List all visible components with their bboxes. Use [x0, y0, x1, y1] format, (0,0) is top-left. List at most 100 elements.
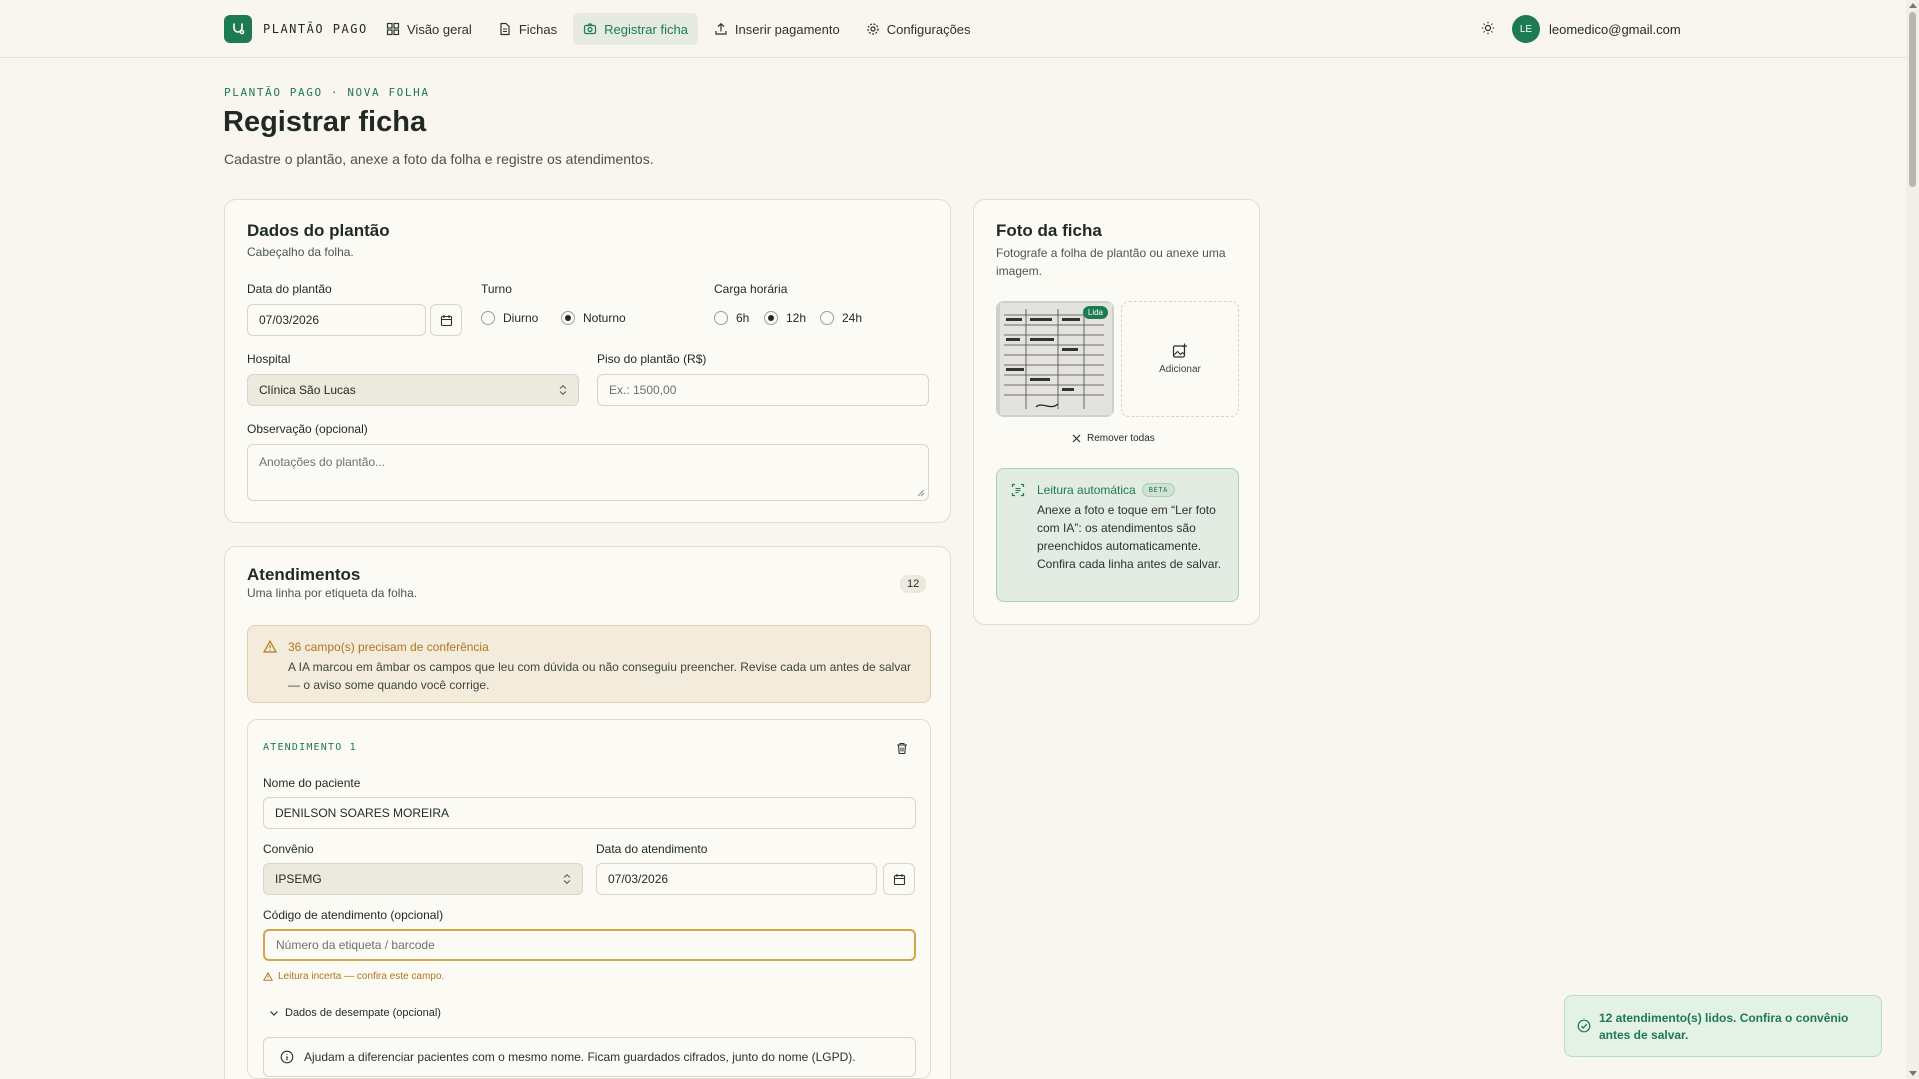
- floor-label: Piso do plantão (R$): [597, 352, 707, 366]
- shift-date-picker-button[interactable]: [430, 304, 462, 336]
- calendar-icon: [893, 873, 905, 885]
- nav-label: Registrar ficha: [604, 21, 688, 37]
- page-scrollbar[interactable]: [1906, 0, 1919, 1079]
- nav-label: Inserir pagamento: [734, 21, 840, 37]
- insurance-select[interactable]: IPSEMG: [263, 863, 583, 895]
- check-circle-icon: [1577, 1019, 1591, 1033]
- user-menu[interactable]: LE leomedico@gmail.com: [1512, 15, 1681, 43]
- auto-read-text: Anexe a foto e toque em “Ler foto com IA…: [1037, 503, 1222, 571]
- brand-logo-icon: [224, 15, 252, 43]
- turn-label: Turno: [481, 282, 512, 296]
- nav-item-visao-geral[interactable]: Visão geral: [376, 13, 482, 45]
- warning-title: 36 campo(s) precisam de conferência: [288, 640, 489, 654]
- info-icon: [280, 1050, 294, 1064]
- toast-message: 12 atendimento(s) lidos. Confira o convê…: [1599, 1011, 1849, 1042]
- patient-input[interactable]: DENILSON SOARES MOREIRA: [263, 797, 916, 829]
- auto-read-title-row: Leitura automática BETA: [1037, 483, 1175, 497]
- radio-label: 24h: [842, 311, 863, 325]
- chevron-updown-icon: [563, 874, 571, 884]
- warning-icon: [263, 640, 277, 653]
- hours-label: Carga horária: [714, 282, 788, 296]
- success-toast[interactable]: 12 atendimento(s) lidos. Confira o convê…: [1564, 995, 1882, 1057]
- radio-label: 12h: [786, 311, 807, 325]
- attendances-title: Atendimentos: [247, 565, 361, 584]
- beta-badge: BETA: [1141, 483, 1175, 497]
- shift-card-title: Dados do plantão: [247, 221, 390, 240]
- hospital-select-value: Clínica São Lucas: [259, 383, 356, 397]
- add-photo-button[interactable]: Adicionar: [1121, 301, 1239, 417]
- nav-label: Visão geral: [407, 21, 472, 37]
- patient-label: Nome do paciente: [263, 776, 361, 790]
- nav-item-configuracoes[interactable]: Configurações: [856, 13, 981, 45]
- attendances-subtitle: Uma linha por etiqueta da folha.: [247, 586, 418, 600]
- radio-button[interactable]: [561, 311, 575, 325]
- scroll-thumb[interactable]: [1909, 12, 1916, 187]
- image-add-icon: [1172, 343, 1187, 358]
- radio-button[interactable]: [481, 311, 495, 325]
- radio-label: 6h: [736, 311, 750, 325]
- hospital-select[interactable]: Clínica São Lucas: [247, 374, 579, 406]
- main-nav: Visão geral Fichas Registrar ficha Inser…: [376, 13, 981, 45]
- brand[interactable]: PLANTÃO PAGO: [224, 15, 368, 43]
- code-label: Código de atendimento (opcional): [263, 908, 444, 922]
- chevron-down-icon: [270, 1010, 278, 1016]
- note-label: Observação (opcional): [247, 422, 368, 436]
- nav-item-inserir-pagamento[interactable]: Inserir pagamento: [704, 13, 850, 45]
- hours-option-6h[interactable]: 6h: [714, 311, 749, 325]
- sheet-photo-thumbnail[interactable]: Lida: [996, 301, 1114, 417]
- read-badge: Lida: [1082, 306, 1108, 319]
- code-warning-text: Leitura incerta — confira este campo.: [278, 971, 445, 982]
- tiebreak-info: Ajudam a diferenciar pacientes com o mes…: [263, 1037, 916, 1077]
- camera-icon: [584, 23, 597, 35]
- theme-toggle-button[interactable]: [1478, 18, 1498, 38]
- sun-icon: [1481, 21, 1495, 35]
- turn-option-diurno[interactable]: Diurno: [481, 311, 538, 325]
- calendar-icon: [440, 314, 452, 326]
- file-icon: [500, 22, 510, 36]
- resize-handle-icon[interactable]: [917, 489, 925, 497]
- code-warning-hint: Leitura incerta — confira este campo.: [263, 971, 444, 982]
- grid-icon: [386, 22, 400, 36]
- radio-button[interactable]: [714, 311, 728, 325]
- nav-item-registrar-ficha[interactable]: Registrar ficha: [573, 13, 698, 45]
- hours-option-12h[interactable]: 12h: [764, 311, 806, 325]
- floor-input[interactable]: Ex.: 1500,00: [597, 374, 929, 406]
- radio-button[interactable]: [820, 311, 834, 325]
- attendance-date-input[interactable]: 07/03/2026: [596, 863, 877, 895]
- avatar: LE: [1512, 15, 1540, 43]
- radio-button[interactable]: [764, 311, 778, 325]
- code-input[interactable]: Número da etiqueta / barcode: [263, 929, 916, 961]
- breadcrumb: PLANTÃO PAGO · NOVA FOLHA: [224, 86, 430, 99]
- insurance-select-value: IPSEMG: [275, 872, 322, 886]
- attendance-item: ATENDIMENTO 1 Nome do paciente DENILSON …: [247, 719, 931, 1079]
- add-photo-label: Adicionar: [1159, 364, 1201, 375]
- attendances-card: Atendimentos Uma linha por etiqueta da f…: [224, 546, 951, 1079]
- attendance-date-picker-button[interactable]: [883, 863, 915, 895]
- auto-read-title: Leitura automática: [1037, 483, 1136, 497]
- remove-all-label: Remover todas: [1087, 433, 1155, 444]
- note-textarea[interactable]: Anotações do plantão...: [247, 444, 929, 501]
- warning-text: A IA marcou em âmbar os campos que leu c…: [288, 660, 912, 692]
- turn-option-noturno[interactable]: Noturno: [561, 311, 626, 325]
- scroll-down-arrow-icon[interactable]: [1909, 1071, 1917, 1076]
- hours-option-24h[interactable]: 24h: [820, 311, 862, 325]
- delete-attendance-button[interactable]: [892, 738, 912, 758]
- attendances-count-badge: 12: [900, 575, 927, 593]
- photo-card-title: Foto da ficha: [996, 221, 1102, 240]
- remove-all-button[interactable]: Remover todas: [1072, 433, 1155, 444]
- insurance-label: Convênio: [263, 842, 314, 856]
- shift-date-label: Data do plantão: [247, 282, 332, 296]
- tiebreak-label: Dados de desempate (opcional): [285, 1007, 441, 1019]
- shift-card: Dados do plantão Cabeçalho da folha. Dat…: [224, 199, 951, 523]
- attendance-tag: ATENDIMENTO 1: [263, 742, 357, 753]
- top-bar: PLANTÃO PAGO Visão geral Fichas Registra…: [0, 0, 1906, 58]
- nav-item-fichas[interactable]: Fichas: [488, 13, 567, 45]
- auto-read-panel: Leitura automática BETA Anexe a foto e t…: [996, 468, 1239, 602]
- upload-icon: [715, 22, 727, 35]
- radio-label: Diurno: [503, 311, 539, 325]
- attendance-date-label: Data do atendimento: [596, 842, 708, 856]
- shift-date-input[interactable]: 07/03/2026: [247, 304, 426, 336]
- brand-name: PLANTÃO PAGO: [263, 22, 368, 36]
- tiebreak-toggle[interactable]: Dados de desempate (opcional): [269, 1007, 441, 1019]
- scroll-up-arrow-icon[interactable]: [1909, 3, 1917, 8]
